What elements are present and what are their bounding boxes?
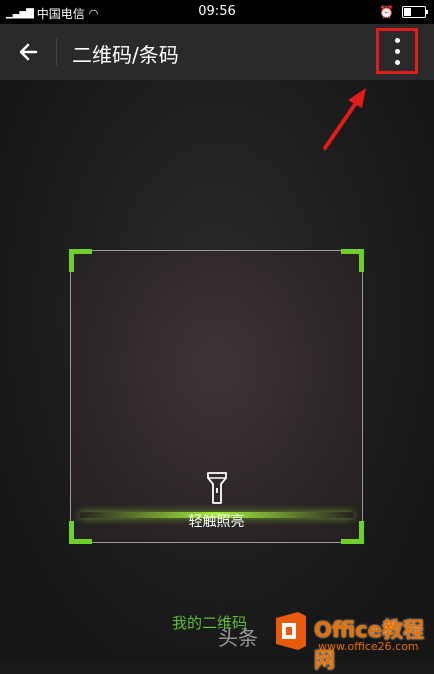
watermark-url: www.office26.com <box>318 640 419 653</box>
office-logo-icon <box>276 612 306 650</box>
scan-corner-top-right <box>341 249 364 272</box>
watermark-text: 头条 <box>218 626 258 650</box>
flashlight-label: 轻触照亮 <box>188 514 245 530</box>
scan-corner-top-left <box>69 249 92 272</box>
flashlight-button[interactable]: 轻触照亮 <box>71 471 362 531</box>
scan-frame: 轻触照亮 <box>69 249 364 544</box>
flashlight-icon <box>206 472 227 504</box>
